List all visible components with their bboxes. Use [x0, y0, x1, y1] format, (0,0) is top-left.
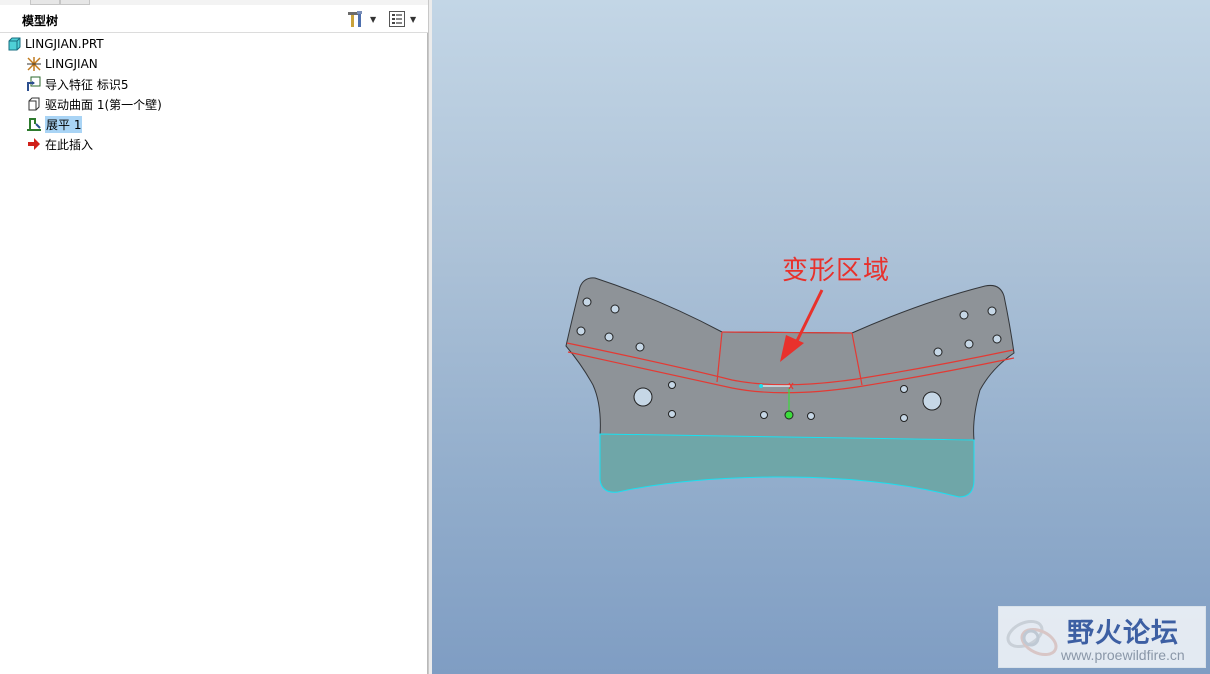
import-feature-icon — [26, 76, 42, 92]
tree-item-label: 在此插入 — [45, 137, 94, 152]
driving-surface-icon — [26, 96, 42, 112]
tree-item-label: 展平 1 — [45, 115, 83, 133]
part-flange — [599, 433, 975, 498]
tree-item-label: LINGJIAN — [45, 57, 98, 71]
chevron-down-icon: ▼ — [370, 14, 377, 24]
tree-item-driving-surface[interactable]: 驱动曲面 1(第一个壁) — [26, 94, 162, 114]
tree-item-insert-here[interactable]: 在此插入 — [26, 134, 93, 154]
tree-item-label: LINGJIAN.PRT — [25, 37, 104, 51]
tree-item-part[interactable]: LINGJIAN.PRT — [6, 34, 104, 54]
watermark-title: 野火论坛 — [1067, 618, 1179, 649]
chevron-down-icon: ▼ — [410, 14, 417, 24]
model-tree-header: 模型树 ▼ ▼ — [0, 5, 428, 33]
tree-item-import-feature[interactable]: 导入特征 标识5 — [26, 74, 128, 94]
tree-settings-button[interactable]: ▼ — [346, 9, 376, 29]
list-icon — [389, 11, 405, 27]
flatten-icon — [26, 116, 42, 132]
tree-item-label: 导入特征 标识5 — [45, 77, 129, 92]
deformation-region-label: 变形区域 — [782, 256, 891, 286]
tree-item-flatten[interactable]: 展平 1 — [26, 114, 83, 134]
insert-here-arrow-icon — [26, 136, 42, 152]
watermark-logo-icon — [1006, 619, 1058, 657]
tree-item-label: 驱动曲面 1(第一个壁) — [45, 97, 162, 112]
model-tree-title: 模型树 — [22, 14, 59, 28]
model-tree-panel: 模型树 ▼ ▼ LINGJIAN.PRT LINGJIAN 导入特征 标识5 驱… — [0, 0, 428, 674]
forum-watermark: 野火论坛 www.proewildfire.cn — [998, 606, 1206, 668]
watermark-url: www.proewildfire.cn — [1061, 647, 1185, 663]
coordinate-system-icon — [26, 56, 42, 72]
tools-icon — [348, 11, 362, 27]
part-icon — [6, 36, 22, 52]
sheetmetal-part[interactable] — [432, 0, 1210, 674]
tree-item-coordinate-system[interactable]: LINGJIAN — [26, 54, 98, 74]
tree-show-button[interactable]: ▼ — [388, 9, 416, 29]
graphics-viewport[interactable]: 变形区域 野火论坛 www.proewildfire.cn — [432, 0, 1210, 674]
